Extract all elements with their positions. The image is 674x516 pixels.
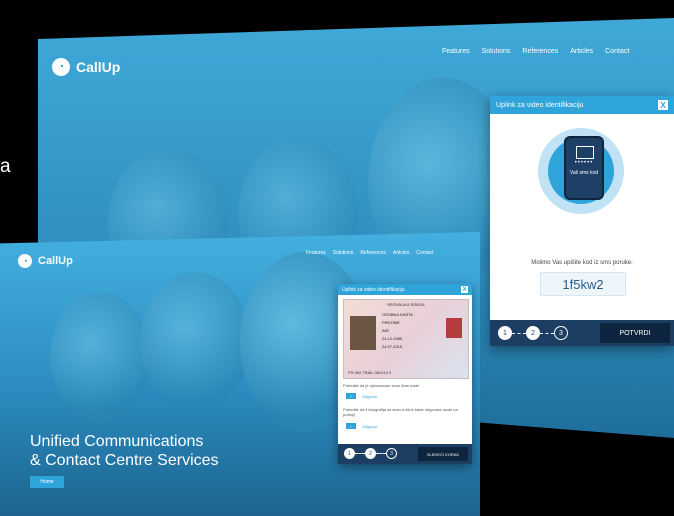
hero-line-1: Unified Communications [30, 433, 204, 450]
nav-articles[interactable]: Articles [393, 250, 409, 256]
coat-of-arms-icon [446, 318, 462, 338]
modal-footer: 1 2 3 SLEDEĆI KORAK [338, 444, 472, 464]
brand-name: CallUp [38, 255, 73, 267]
id-field: 24.07.2015 [382, 344, 403, 349]
id-mrz: FR 084 TRAIL 081013 0 [348, 370, 392, 375]
nav-solutions[interactable]: Solutions [333, 250, 354, 256]
step-1: 1 [498, 326, 512, 340]
person-image [140, 272, 250, 412]
step-connector [540, 333, 554, 334]
id-field: OSOBNA KARTA [382, 312, 413, 317]
step-2: 2 [365, 448, 376, 459]
step-2: 2 [526, 326, 540, 340]
confirm-button[interactable]: POTVRDI [600, 323, 670, 343]
callup-logo-icon: ◔ [52, 58, 70, 76]
close-icon[interactable]: X [658, 100, 668, 110]
nav-contact[interactable]: Contact [605, 48, 629, 55]
main-nav: Features Solutions References Articles C… [306, 250, 434, 256]
id-field: PREZIME [382, 320, 400, 325]
check-icon[interactable]: ✓ [346, 393, 356, 399]
id-field: IME [382, 328, 390, 333]
id-photo [350, 316, 376, 350]
nav-solutions[interactable]: Solutions [482, 48, 511, 55]
question-1: Potvrdite da je uploadovan scan lične ka… [343, 383, 420, 388]
sms-instruction: Molimo Vas upišite kod iz sms poruke: [531, 260, 633, 266]
step-3: 3 [386, 448, 397, 459]
phone-icon: •••••• Vaš sms kod [564, 136, 604, 200]
callup-logo-icon: ◔ [18, 254, 32, 268]
step-1: 1 [344, 448, 355, 459]
brand-logo[interactable]: ◔ CallUp [18, 254, 73, 268]
hero-heading: Unified Communications & Contact Centre … [30, 432, 219, 470]
step-connector [512, 333, 526, 334]
person-image [50, 292, 150, 422]
envelope-icon [576, 146, 594, 159]
step-3: 3 [554, 326, 568, 340]
answer-2[interactable]: Odgovor [362, 424, 377, 429]
check-icon[interactable]: ✓ [346, 423, 356, 429]
brand-logo[interactable]: ◔ CallUp [52, 58, 120, 76]
question-2: Potvrdite da li fotografija sa scan-a li… [343, 407, 458, 417]
stray-text: a [0, 156, 11, 177]
sms-code-field[interactable]: 1f5kw2 [540, 272, 626, 296]
masked-code: •••••• [574, 160, 594, 166]
nav-features[interactable]: Features [306, 250, 326, 256]
close-icon[interactable]: X [461, 286, 468, 293]
next-step-button[interactable]: SLEDEĆI KORAK [418, 447, 468, 461]
modal-title: Uplink za video identifikaciju [496, 101, 584, 109]
id-verification-modal: Uplink za video identifikaciju X REPUBLI… [338, 284, 472, 464]
phone-label: Vaš sms kod [569, 170, 599, 176]
id-card-image: REPUBLIKA SRBIJA OSOBNA KARTA PREZIME IM… [343, 299, 469, 379]
modal-header: Uplink za video identifikaciju X [490, 96, 674, 114]
answer-1[interactable]: Odgovor [362, 394, 377, 399]
nav-features[interactable]: Features [442, 48, 470, 55]
modal-header: Uplink za video identifikaciju X [338, 284, 472, 295]
sms-code-modal: Uplink za video identifikaciju X •••••• … [490, 96, 674, 346]
step-connector [355, 453, 365, 454]
step-connector [376, 453, 386, 454]
modal-footer: 1 2 3 POTVRDI [490, 320, 674, 346]
hero-line-2: & Contact Centre Services [30, 452, 219, 469]
nav-references[interactable]: References [522, 48, 558, 55]
brand-name: CallUp [76, 59, 121, 75]
nav-references[interactable]: References [360, 250, 386, 256]
nav-articles[interactable]: Articles [570, 48, 593, 55]
modal-title: Uplink za video identifikaciju [342, 286, 405, 293]
hero-button[interactable]: Home [30, 476, 64, 488]
nav-contact[interactable]: Contact [416, 250, 433, 256]
id-card-title: REPUBLIKA SRBIJA [387, 302, 425, 307]
main-nav: Features Solutions References Articles C… [442, 48, 629, 55]
id-field: 24.12.1985 [382, 336, 403, 341]
